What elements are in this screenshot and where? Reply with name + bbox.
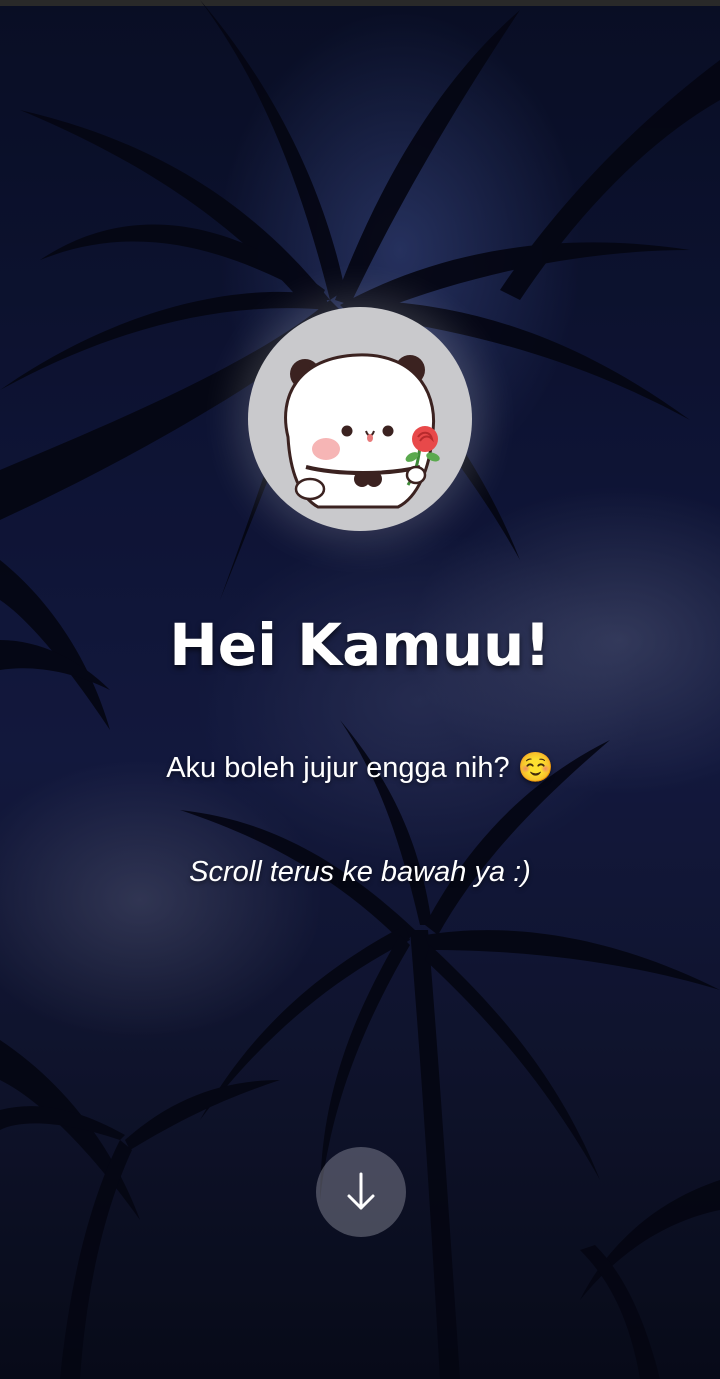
panda-holding-rose-icon [284,353,440,509]
page-title: Hei Kamuu! [169,611,551,679]
question-text: Aku boleh jujur engga nih? ☺️ [166,752,554,784]
scroll-hint-text: Scroll terus ke bawah ya :) [189,856,531,888]
landing-screen: Hei Kamuu! Aku boleh jujur engga nih? ☺️… [0,0,720,1379]
scroll-down-button[interactable] [316,1147,406,1237]
arrow-down-icon [347,1172,375,1210]
avatar [248,307,472,531]
